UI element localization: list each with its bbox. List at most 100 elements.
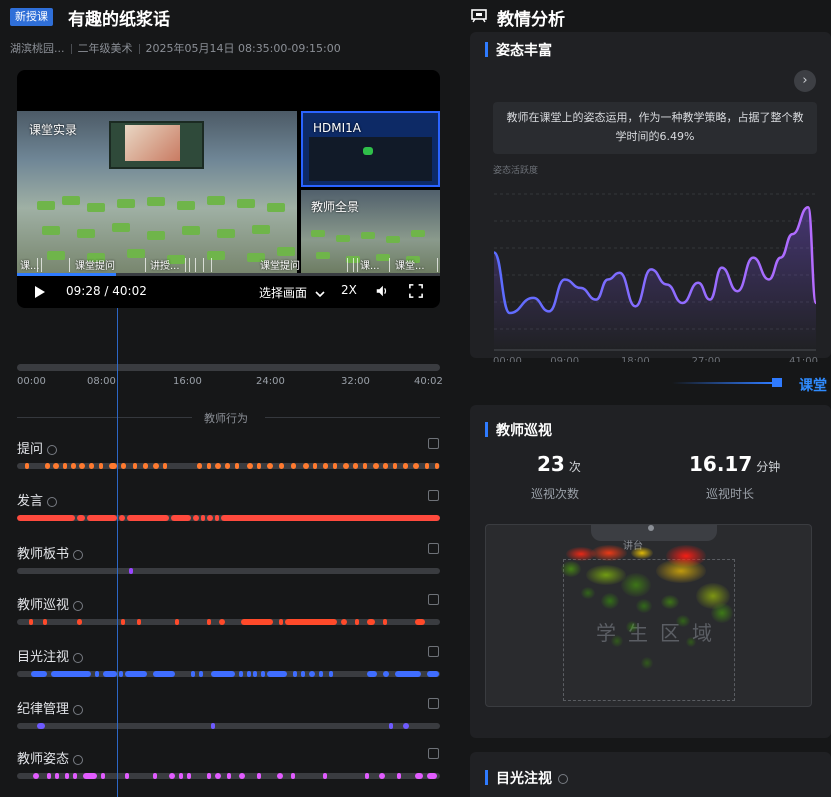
more-link[interactable]: 课堂 (799, 375, 827, 395)
behavior-checkbox[interactable] (428, 594, 439, 605)
behavior-mark[interactable] (171, 515, 191, 521)
behavior-mark[interactable] (395, 671, 421, 677)
behavior-mark[interactable] (257, 463, 261, 469)
behavior-mark[interactable] (341, 619, 347, 625)
behavior-checkbox[interactable] (428, 438, 439, 449)
behavior-mark[interactable] (47, 773, 51, 779)
behavior-mark[interactable] (29, 619, 33, 625)
timeline-track[interactable] (17, 364, 440, 371)
behavior-mark[interactable] (33, 773, 39, 779)
school-name[interactable]: 湖滨桃园... (10, 42, 65, 55)
behavior-mark[interactable] (219, 619, 225, 625)
behavior-mark[interactable] (207, 515, 213, 521)
behavior-mark[interactable] (383, 463, 388, 469)
behavior-mark[interactable] (393, 463, 397, 469)
behavior-mark[interactable] (279, 619, 283, 625)
behavior-mark[interactable] (17, 515, 75, 521)
behavior-mark[interactable] (257, 773, 261, 779)
behavior-mark[interactable] (279, 463, 284, 469)
view-select-button[interactable]: 选择画面 (259, 284, 325, 301)
behavior-mark[interactable] (201, 515, 205, 521)
behavior-mark[interactable] (197, 463, 202, 469)
info-icon[interactable] (73, 600, 84, 611)
info-icon[interactable] (73, 652, 84, 663)
behavior-mark[interactable] (119, 671, 123, 677)
behavior-mark[interactable] (153, 463, 159, 469)
behavior-mark[interactable] (175, 619, 179, 625)
info-icon[interactable] (558, 774, 568, 784)
behavior-mark[interactable] (415, 619, 425, 625)
behavior-mark[interactable] (63, 463, 67, 469)
behavior-mark[interactable] (343, 463, 349, 469)
behavior-mark[interactable] (211, 723, 215, 729)
behavior-mark[interactable] (191, 671, 195, 677)
behavior-mark[interactable] (323, 773, 327, 779)
behavior-mark[interactable] (119, 515, 125, 521)
behavior-mark[interactable] (291, 463, 296, 469)
behavior-mark[interactable] (121, 619, 125, 625)
behavior-checkbox[interactable] (428, 646, 439, 657)
behavior-mark[interactable] (363, 463, 367, 469)
behavior-mark[interactable] (187, 773, 191, 779)
behavior-mark[interactable] (207, 773, 211, 779)
behavior-mark[interactable] (427, 671, 439, 677)
behavior-checkbox[interactable] (428, 543, 439, 554)
behavior-mark[interactable] (125, 671, 147, 677)
info-icon[interactable] (73, 754, 84, 765)
behavior-mark[interactable] (383, 619, 387, 625)
behavior-mark[interactable] (247, 671, 251, 677)
behavior-mark[interactable] (403, 723, 409, 729)
behavior-mark[interactable] (45, 463, 50, 469)
behavior-mark[interactable] (353, 463, 358, 469)
behavior-mark[interactable] (285, 619, 337, 625)
behavior-mark[interactable] (79, 463, 85, 469)
behavior-track[interactable] (17, 619, 440, 625)
behavior-mark[interactable] (215, 515, 219, 521)
play-icon[interactable] (35, 286, 45, 298)
behavior-mark[interactable] (313, 463, 317, 469)
main-video-feed[interactable]: 课堂实录 (17, 111, 297, 273)
behavior-mark[interactable] (211, 671, 235, 677)
behavior-checkbox[interactable] (428, 748, 439, 759)
behavior-mark[interactable] (389, 723, 393, 729)
behavior-mark[interactable] (227, 773, 231, 779)
behavior-mark[interactable] (133, 463, 137, 469)
behavior-mark[interactable] (87, 515, 117, 521)
behavior-mark[interactable] (435, 463, 439, 469)
behavior-mark[interactable] (25, 463, 29, 469)
behavior-mark[interactable] (365, 773, 369, 779)
behavior-mark[interactable] (65, 773, 69, 779)
behavior-mark[interactable] (413, 463, 419, 469)
behavior-track[interactable] (17, 671, 440, 677)
behavior-mark[interactable] (415, 773, 423, 779)
behavior-mark[interactable] (121, 463, 126, 469)
behavior-mark[interactable] (109, 463, 117, 469)
segment-label[interactable]: 课... (360, 257, 380, 272)
segment-label[interactable]: 课堂提问 (75, 257, 115, 272)
behavior-mark[interactable] (301, 671, 305, 677)
behavior-checkbox[interactable] (428, 698, 439, 709)
video-player[interactable]: 课堂实录 HDMI1A 教师全景 课... 课堂提问 讲授... 课堂提问 课... 课堂… (17, 70, 440, 308)
behavior-mark[interactable] (31, 671, 47, 677)
behavior-mark[interactable] (101, 773, 105, 779)
behavior-mark[interactable] (215, 463, 221, 469)
behavior-mark[interactable] (71, 463, 76, 469)
behavior-mark[interactable] (37, 723, 45, 729)
speed-button[interactable]: 2X (341, 283, 357, 297)
behavior-mark[interactable] (221, 515, 440, 521)
behavior-mark[interactable] (427, 773, 437, 779)
behavior-mark[interactable] (99, 463, 103, 469)
fullscreen-icon[interactable] (409, 284, 423, 298)
behavior-mark[interactable] (333, 463, 337, 469)
behavior-mark[interactable] (403, 463, 408, 469)
behavior-mark[interactable] (235, 463, 239, 469)
behavior-mark[interactable] (179, 773, 183, 779)
behavior-mark[interactable] (319, 671, 323, 677)
behavior-mark[interactable] (383, 671, 389, 677)
behavior-mark[interactable] (267, 671, 287, 677)
behavior-mark[interactable] (253, 671, 257, 677)
screen-video-feed[interactable]: HDMI1A (301, 111, 440, 187)
behavior-mark[interactable] (193, 515, 199, 521)
behavior-mark[interactable] (379, 773, 385, 779)
behavior-mark[interactable] (293, 671, 297, 677)
